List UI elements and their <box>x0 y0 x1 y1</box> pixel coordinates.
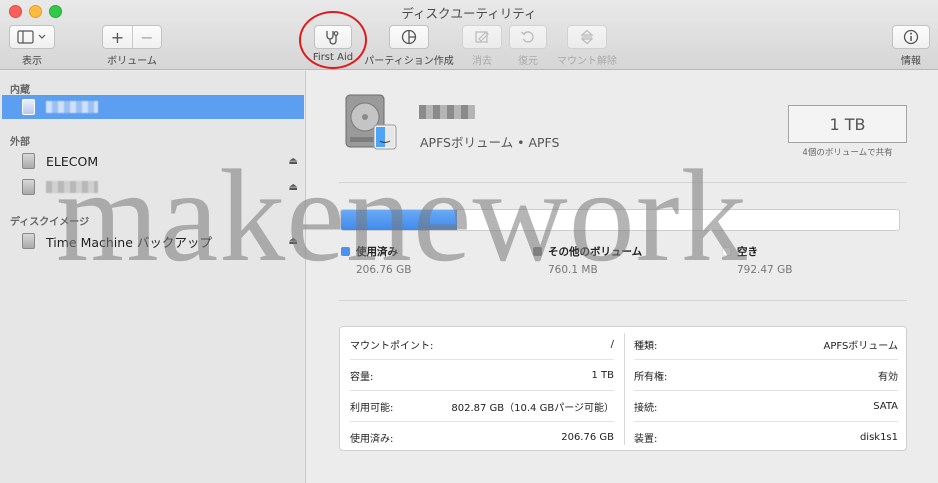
legend-swatch-other <box>533 247 542 256</box>
info-row-type: 種類: APFSボリューム <box>634 341 898 352</box>
usage-bar-used <box>341 210 457 230</box>
view-label: 表示 <box>22 56 42 67</box>
view-button[interactable] <box>9 25 55 49</box>
disk-icon <box>22 99 35 115</box>
info-row-available: 利用可能: 802.87 GB（10.4 GBパージ可能） <box>350 403 614 414</box>
info-button[interactable] <box>892 25 930 49</box>
volume-segment: + − <box>102 25 162 49</box>
disk-icon <box>22 153 35 169</box>
legend-other: その他のボリューム <box>533 244 642 259</box>
unmount-button[interactable] <box>567 25 607 49</box>
sidebar-section-internal: 内蔵 <box>10 85 30 96</box>
toolbar: ディスクユーティリティ 表示 + − ボリューム First Aid パーティシ… <box>0 0 938 70</box>
unmount-label: マウント解除 <box>557 56 617 67</box>
legend-swatch-used <box>341 247 350 256</box>
redacted-volume-name <box>46 181 98 193</box>
sidebar-section-disk-images: ディスクイメージ <box>10 217 90 228</box>
sidebar-item-internal-volume[interactable] <box>2 95 304 119</box>
disk-icon <box>22 179 35 195</box>
legend-free: 空き <box>722 244 758 259</box>
restore-label: 復元 <box>518 56 538 67</box>
pie-icon <box>401 29 417 45</box>
legend-label: 使用済み <box>356 246 398 258</box>
remove-volume-button[interactable]: − <box>132 26 161 48</box>
capacity-box: 1 TB <box>788 105 907 143</box>
eject-icon[interactable]: ⏏ <box>289 236 298 247</box>
restore-icon <box>521 31 534 43</box>
usage-bar <box>340 209 900 231</box>
sidebar: 内蔵 外部 ELECOM ⏏ ⏏ ディスクイメージ Time Machine バ… <box>0 71 306 483</box>
eject-icon[interactable]: ⏏ <box>289 182 298 193</box>
column-divider <box>624 333 625 445</box>
eject-icon[interactable]: ⏏ <box>289 156 298 167</box>
sidebar-section-external: 外部 <box>10 137 30 148</box>
info-row-mount-point: マウントポイント: / <box>350 339 614 352</box>
info-row-device: 装置: disk1s1 <box>634 432 898 445</box>
window-title: ディスクユーティリティ <box>401 6 537 21</box>
info-row-ownership: 所有権: 有効 <box>634 372 898 383</box>
volume-subtitle: APFSボリューム • APFS <box>420 135 560 150</box>
volume-label: ボリューム <box>107 56 157 67</box>
unmount-icon <box>580 29 594 45</box>
divider <box>339 300 907 301</box>
sidebar-item-external-2[interactable]: ⏏ <box>2 175 304 199</box>
legend-value-used: 206.76 GB <box>356 264 412 276</box>
divider <box>339 182 907 183</box>
partition-label: パーティション作成 <box>364 56 454 67</box>
info-table: マウントポイント: / 容量: 1 TB 利用可能: 802.87 GB（10.… <box>339 326 907 451</box>
legend-label: 空き <box>737 246 758 258</box>
disk-icon <box>22 233 35 249</box>
sidebar-item-label: Time Machine バックアップ <box>46 234 212 250</box>
legend-label: その他のボリューム <box>548 246 643 258</box>
restore-button[interactable] <box>509 25 547 49</box>
info-icon <box>903 29 919 45</box>
sidebar-item-label: ELECOM <box>46 153 99 169</box>
erase-label: 消去 <box>472 56 492 67</box>
capacity-shared-note: 4個のボリュームで共有 <box>802 148 893 158</box>
info-row-connection: 接続: SATA <box>634 401 898 414</box>
info-label: 情報 <box>901 56 921 67</box>
legend-swatch-free <box>722 247 731 256</box>
sidebar-icon <box>17 30 46 44</box>
erase-button[interactable] <box>462 25 502 49</box>
hard-drive-icon <box>345 94 397 150</box>
add-volume-button[interactable]: + <box>103 26 132 48</box>
sidebar-item-elecom[interactable]: ELECOM ⏏ <box>2 149 304 173</box>
redacted-volume-name <box>46 101 98 113</box>
info-row-capacity: 容量: 1 TB <box>350 370 614 383</box>
info-row-used: 使用済み: 206.76 GB <box>350 432 614 445</box>
highlight-circle <box>299 11 367 69</box>
main-panel: APFSボリューム • APFS 1 TB 4個のボリュームで共有 使用済み 2… <box>307 71 938 483</box>
legend-value-free: 792.47 GB <box>737 264 793 276</box>
eraser-icon <box>475 31 489 43</box>
sidebar-item-time-machine[interactable]: Time Machine バックアップ ⏏ <box>2 229 304 253</box>
partition-button[interactable] <box>389 25 429 49</box>
redacted-volume-title <box>419 105 475 119</box>
legend-value-other: 760.1 MB <box>548 264 598 276</box>
legend-used: 使用済み <box>341 244 398 259</box>
